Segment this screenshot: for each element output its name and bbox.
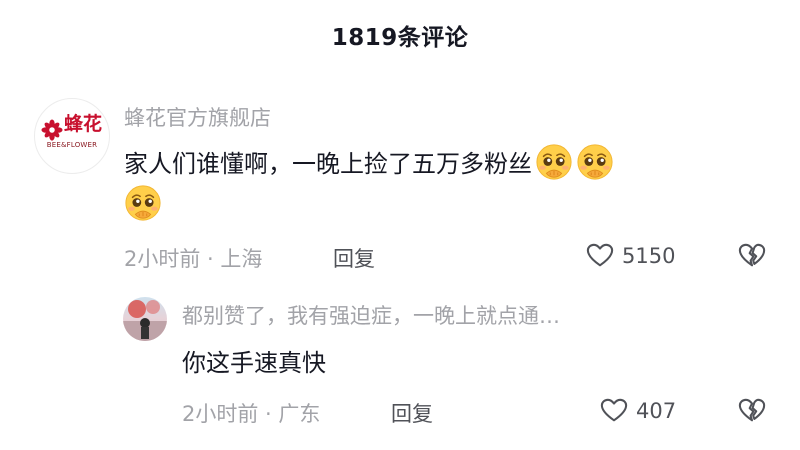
flower-logo-icon <box>41 119 63 141</box>
reply-dislike-button[interactable] <box>738 397 766 425</box>
pleading-face-emoji-icon <box>124 184 162 222</box>
brand-logo-text: 蜂花 <box>64 113 103 135</box>
comments-count-title: 1819条评论 <box>331 25 469 51</box>
reply-time-location: 2小时前 · 广东 <box>182 402 321 426</box>
like-button[interactable]: 5150 <box>586 242 675 270</box>
broken-heart-icon <box>738 242 766 270</box>
comment-time-location: 2小时前 · 上海 <box>124 247 263 271</box>
comment-text: 家人们谁懂啊，一晚上捡了五万多粉丝 <box>124 150 532 178</box>
comment-body: 家人们谁懂啊，一晚上捡了五万多粉丝 <box>124 143 764 225</box>
broken-heart-icon <box>738 397 766 425</box>
reply-like-button[interactable]: 407 <box>600 397 676 425</box>
pleading-face-emoji-icon <box>576 143 614 181</box>
like-count: 5150 <box>622 244 676 268</box>
brand-logo-subtext: BEE&FLOWER <box>46 141 98 149</box>
reply-button[interactable]: 回复 <box>333 243 375 273</box>
heart-outline-icon <box>586 242 614 270</box>
brand-avatar[interactable]: 蜂花 BEE&FLOWER <box>34 98 110 174</box>
reply-username[interactable]: 都别赞了，我有强迫症，一晚上就点通… <box>182 300 560 330</box>
dislike-button[interactable] <box>738 242 766 270</box>
reply-text: 你这手速真快 <box>182 349 326 377</box>
heart-outline-icon <box>600 397 628 425</box>
reply-reply-button[interactable]: 回复 <box>391 398 433 428</box>
pleading-face-emoji-icon <box>535 143 573 181</box>
comment-username[interactable]: 蜂花官方旗舰店 <box>124 102 271 132</box>
reply-like-count: 407 <box>636 399 677 423</box>
avatar-image <box>123 300 167 341</box>
reply-avatar[interactable] <box>123 297 167 341</box>
